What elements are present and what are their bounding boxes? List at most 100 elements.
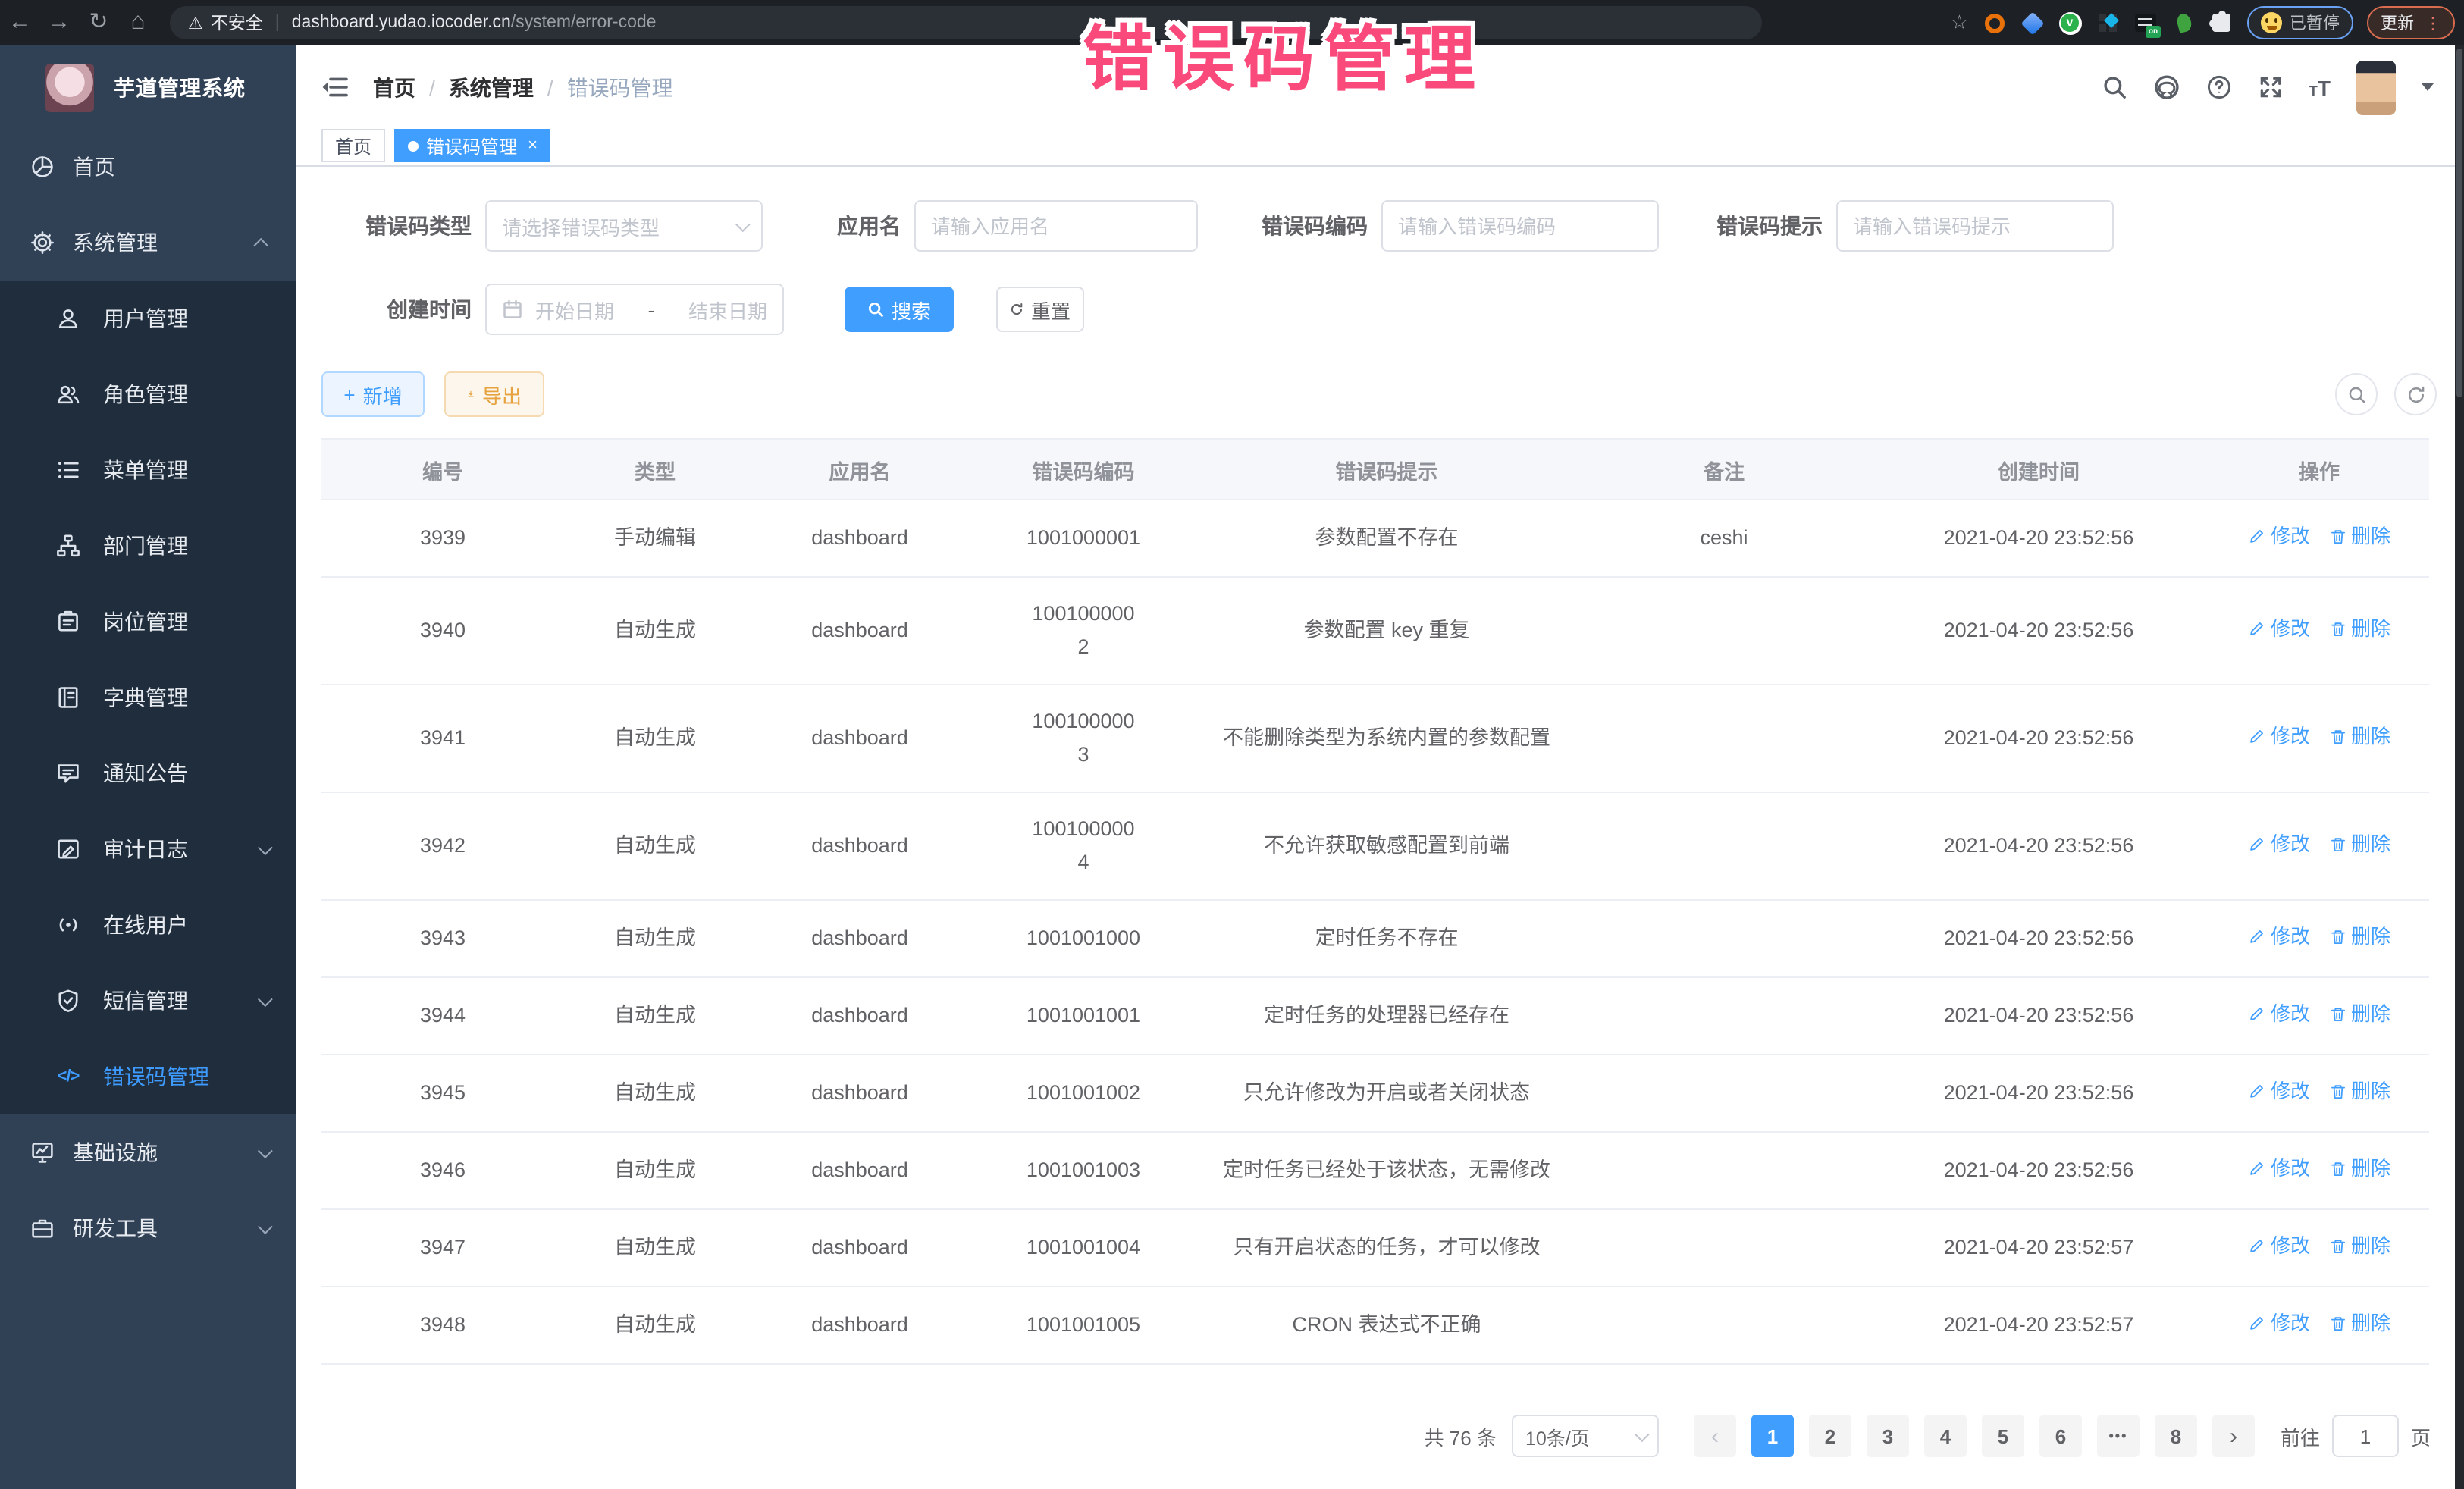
calendar-icon [502, 299, 523, 320]
cell-hint: 定时任务已经处于该状态，无需修改 [1193, 1132, 1580, 1209]
delete-link[interactable]: 删除 [2328, 828, 2390, 861]
sidebar-item-users[interactable]: 用户管理 [0, 281, 296, 356]
sidebar-item-roles[interactable]: 角色管理 [0, 356, 296, 432]
sidebar-item-online-users[interactable]: 在线用户 [0, 887, 296, 963]
toggle-search-button[interactable] [2335, 373, 2378, 415]
edit-link[interactable]: 修改 [2248, 1307, 2310, 1340]
cell-type: 自动生成 [564, 685, 746, 792]
fullscreen-icon[interactable] [2258, 74, 2284, 100]
error-code-input[interactable] [1398, 215, 1642, 237]
breadcrumb-home[interactable]: 首页 [373, 72, 415, 102]
browser-menu-icon[interactable]: ⋮ [2425, 13, 2441, 33]
delete-link[interactable]: 删除 [2328, 720, 2390, 754]
avatar[interactable] [2356, 60, 2396, 114]
delete-link[interactable]: 删除 [2328, 613, 2390, 646]
refresh-table-button[interactable] [2394, 373, 2437, 415]
page-button-1[interactable]: 1 [1751, 1415, 1794, 1457]
sidebar-item-posts[interactable]: 岗位管理 [0, 584, 296, 660]
error-type-select[interactable]: 请选择错误码类型 [485, 200, 763, 252]
browser-home-button[interactable]: ⌂ [118, 0, 158, 45]
edit-link[interactable]: 修改 [2248, 1075, 2310, 1108]
delete-link[interactable]: 删除 [2328, 998, 2390, 1031]
sidebar-item-error-code[interactable]: </> 错误码管理 [0, 1039, 296, 1114]
browser-forward-button[interactable]: → [39, 0, 79, 45]
breadcrumb-system[interactable]: 系统管理 [449, 72, 534, 102]
next-page-button[interactable]: › [2212, 1415, 2255, 1457]
edit-link[interactable]: 修改 [2248, 1152, 2310, 1186]
sidebar-item-dev-tools[interactable]: 研发工具 [0, 1190, 296, 1266]
blue-gem-extension-icon[interactable] [2020, 11, 2044, 35]
error-code-label: 错误码编码 [1198, 211, 1381, 241]
search-button[interactable]: 搜索 [845, 287, 954, 332]
trash-icon [2328, 1237, 2346, 1255]
help-icon[interactable] [2206, 74, 2232, 100]
reset-button[interactable]: 重置 [996, 287, 1084, 332]
sidebar-item-audit-log[interactable]: 审计日志 [0, 811, 296, 887]
delete-link[interactable]: 删除 [2328, 1152, 2390, 1186]
more-pages-button[interactable]: ••• [2097, 1415, 2140, 1457]
scrollbar-thumb[interactable] [2456, 49, 2462, 397]
download-icon [467, 385, 475, 403]
edit-link[interactable]: 修改 [2248, 920, 2310, 954]
prev-page-button[interactable]: ‹ [1694, 1415, 1736, 1457]
page-button-4[interactable]: 4 [1924, 1415, 1967, 1457]
sidebar-item-sms[interactable]: 短信管理 [0, 963, 296, 1039]
edit-link[interactable]: 修改 [2248, 1230, 2310, 1263]
font-size-icon[interactable]: TT [2309, 75, 2331, 99]
page-size-select[interactable]: 10条/页 [1512, 1415, 1659, 1457]
puzzle-extensions-icon[interactable] [2209, 11, 2234, 35]
page-button-5[interactable]: 5 [1982, 1415, 2024, 1457]
address-bar[interactable]: ⚠ 不安全 | dashboard.yudao.iocoder.cn/syste… [170, 6, 1762, 39]
error-hint-input[interactable] [1853, 215, 2097, 237]
page-button-8[interactable]: 8 [2155, 1415, 2197, 1457]
sidebar-item-announcements[interactable]: 通知公告 [0, 735, 296, 811]
sidebar-item-departments[interactable]: 部门管理 [0, 508, 296, 584]
orange-ring-extension-icon[interactable] [1982, 11, 2006, 35]
security-label[interactable]: 不安全 [211, 11, 263, 35]
sidebar-item-infrastructure[interactable]: 基础设施 [0, 1114, 296, 1190]
tab-close-icon[interactable]: × [528, 136, 538, 155]
browser-back-button[interactable]: ← [0, 0, 39, 45]
delete-link[interactable]: 删除 [2328, 1075, 2390, 1108]
tab-home[interactable]: 首页 [321, 129, 385, 162]
avatar-caret-icon[interactable] [2422, 83, 2434, 97]
delete-link[interactable]: 删除 [2328, 520, 2390, 553]
green-v-extension-icon[interactable]: v [2058, 11, 2082, 35]
paused-profile-badge[interactable]: 已暂停 [2247, 6, 2353, 39]
add-button[interactable]: + 新增 [321, 371, 425, 417]
green-sprout-extension-icon[interactable] [2171, 11, 2196, 35]
edit-link[interactable]: 修改 [2248, 998, 2310, 1031]
edit-link[interactable]: 修改 [2248, 828, 2310, 861]
delete-link[interactable]: 删除 [2328, 1230, 2390, 1263]
grid-diamond-extension-icon[interactable] [2096, 11, 2120, 35]
page-button-6[interactable]: 6 [2039, 1415, 2082, 1457]
sidebar-item-system[interactable]: 系统管理 [0, 205, 296, 281]
sidebar-item-dictionary[interactable]: 字典管理 [0, 660, 296, 735]
cell-type: 自动生成 [564, 1209, 746, 1287]
delete-link[interactable]: 删除 [2328, 1307, 2390, 1340]
window-scrollbar[interactable] [2455, 45, 2464, 1489]
bookmark-star-icon[interactable]: ☆ [1951, 11, 1968, 35]
date-range-picker[interactable]: 开始日期 - 结束日期 [485, 284, 784, 335]
sidebar-item-home[interactable]: 首页 [0, 129, 296, 205]
sidebar-item-menus[interactable]: 菜单管理 [0, 432, 296, 508]
edit-link[interactable]: 修改 [2248, 613, 2310, 646]
edit-link[interactable]: 修改 [2248, 720, 2310, 754]
page-button-2[interactable]: 2 [1809, 1415, 1851, 1457]
menu-list-icon [56, 458, 80, 482]
toolbar: + 新增 导出 [321, 371, 2437, 417]
search-icon[interactable] [2102, 74, 2127, 100]
tab-error-code[interactable]: 错误码管理 × [394, 129, 551, 162]
page-button-3[interactable]: 3 [1867, 1415, 1909, 1457]
sidebar-toggle-button[interactable] [321, 76, 349, 99]
app-name-input[interactable] [931, 215, 1181, 237]
github-icon[interactable] [2153, 74, 2180, 101]
goto-page-input[interactable] [2332, 1415, 2399, 1457]
app-logo[interactable]: 芋道管理系统 [0, 45, 296, 129]
script-manager-extension-icon[interactable]: on [2133, 11, 2158, 35]
update-button[interactable]: 更新 ⋮ [2367, 6, 2455, 39]
browser-reload-button[interactable]: ↻ [79, 0, 118, 45]
edit-link[interactable]: 修改 [2248, 520, 2310, 553]
delete-link[interactable]: 删除 [2328, 920, 2390, 954]
export-button[interactable]: 导出 [444, 371, 544, 417]
